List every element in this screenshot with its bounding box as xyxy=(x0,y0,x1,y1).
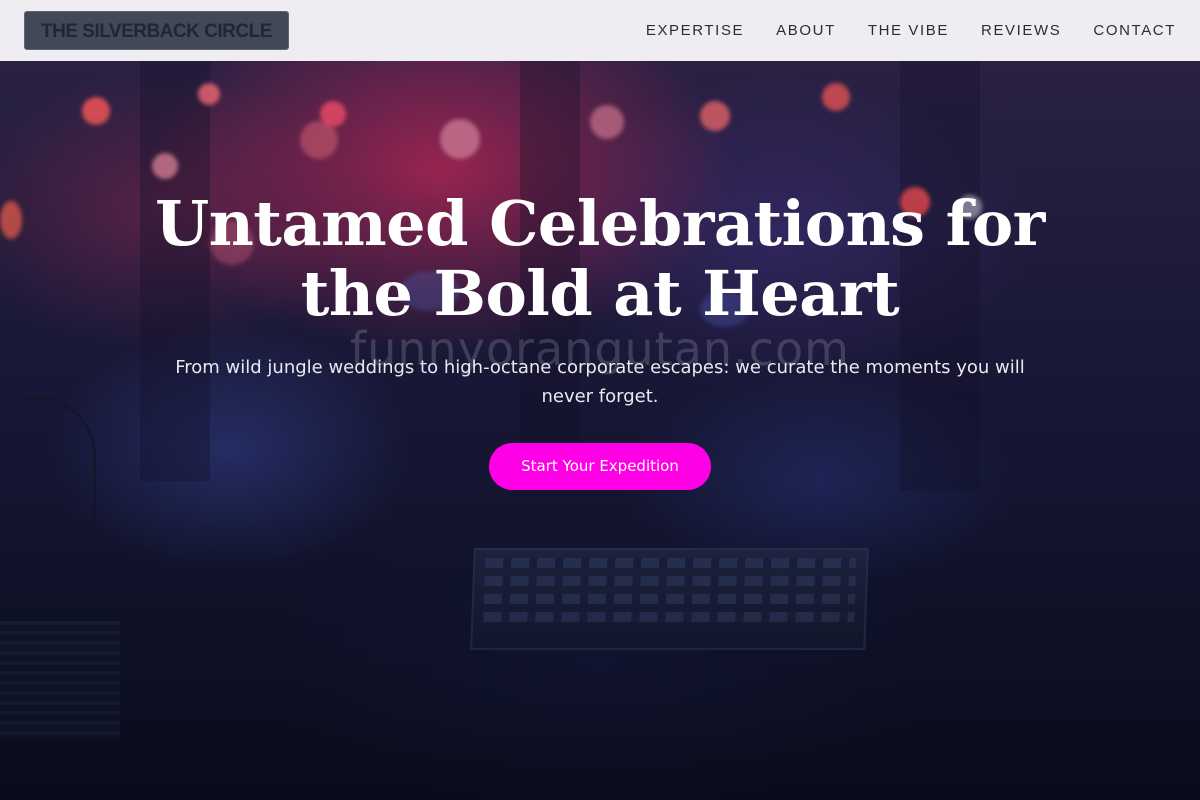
nav-link-the-vibe[interactable]: THE VIBE xyxy=(868,22,949,39)
nav-link-contact[interactable]: CONTACT xyxy=(1093,22,1176,39)
nav-link-reviews[interactable]: REVIEWS xyxy=(981,22,1061,39)
hero-content: Untamed Celebrations for the Bold at Hea… xyxy=(0,189,1200,490)
site-header: THE SILVERBACK CIRCLE EXPERTISE ABOUT TH… xyxy=(0,0,1200,61)
site-logo[interactable]: THE SILVERBACK CIRCLE xyxy=(24,11,289,50)
main-nav: EXPERTISE ABOUT THE VIBE REVIEWS CONTACT xyxy=(646,22,1176,39)
nav-link-expertise[interactable]: EXPERTISE xyxy=(646,22,744,39)
hero-title: Untamed Celebrations for the Bold at Hea… xyxy=(155,187,1045,330)
nav-link-about[interactable]: ABOUT xyxy=(776,22,836,39)
hero-subtitle: From wild jungle weddings to high-octane… xyxy=(175,357,1025,407)
start-expedition-button[interactable]: Start Your Expedition xyxy=(489,443,711,490)
